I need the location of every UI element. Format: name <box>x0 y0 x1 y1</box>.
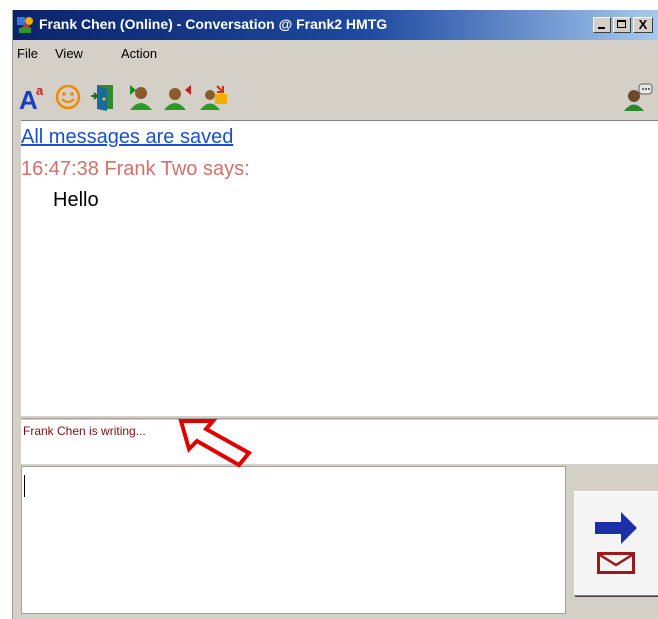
text-caret <box>24 475 25 497</box>
user-chat-icon <box>624 83 653 111</box>
user-chat-button[interactable] <box>623 82 653 112</box>
font-icon: A a <box>19 83 44 112</box>
invite-user-icon <box>130 85 152 110</box>
send-file-icon <box>200 85 227 110</box>
typing-status-panel: Frank Chen is writing... <box>21 420 658 464</box>
emoticon-button[interactable] <box>53 82 83 112</box>
leave-button[interactable] <box>163 82 193 112</box>
app-icon <box>16 16 36 34</box>
pane-splitter[interactable] <box>21 415 658 419</box>
leave-user-icon <box>164 85 191 110</box>
minimize-icon <box>598 27 605 29</box>
send-button[interactable] <box>574 491 658 596</box>
message-text: Hello <box>53 189 99 211</box>
invite-button[interactable] <box>127 82 157 112</box>
menu-bar: File View Action <box>13 42 658 64</box>
message-header: 16:47:38 Frank Two says: <box>21 158 250 180</box>
typing-status: Frank Chen is writing... <box>23 424 146 438</box>
menu-view[interactable]: View <box>55 46 83 61</box>
maximize-button[interactable] <box>613 17 631 33</box>
font-button[interactable]: A a <box>17 82 47 112</box>
message-input[interactable] <box>21 466 566 614</box>
maximize-icon <box>617 20 626 28</box>
conversation-window: Frank Chen (Online) - Conversation @ Fra… <box>12 10 658 619</box>
conversation-history[interactable]: All messages are saved 16:47:38 Frank Tw… <box>21 120 658 416</box>
emoticon-icon <box>55 84 81 110</box>
toolbar: A a <box>13 74 658 122</box>
close-button[interactable]: X <box>633 17 653 33</box>
exit-door-icon <box>91 85 113 111</box>
window-title: Frank Chen (Online) - Conversation @ Fra… <box>39 16 388 32</box>
minimize-button[interactable] <box>593 17 611 33</box>
svg-text:a: a <box>36 83 44 98</box>
title-bar[interactable]: Frank Chen (Online) - Conversation @ Fra… <box>13 10 658 40</box>
exit-button[interactable] <box>89 82 119 112</box>
menu-file[interactable]: File <box>17 46 38 61</box>
send-mail-icon <box>595 512 637 574</box>
messages-saved-link[interactable]: All messages are saved <box>21 126 233 149</box>
send-file-button[interactable] <box>199 82 229 112</box>
annotation-arrow-icon <box>178 419 253 468</box>
menu-action[interactable]: Action <box>121 46 157 61</box>
